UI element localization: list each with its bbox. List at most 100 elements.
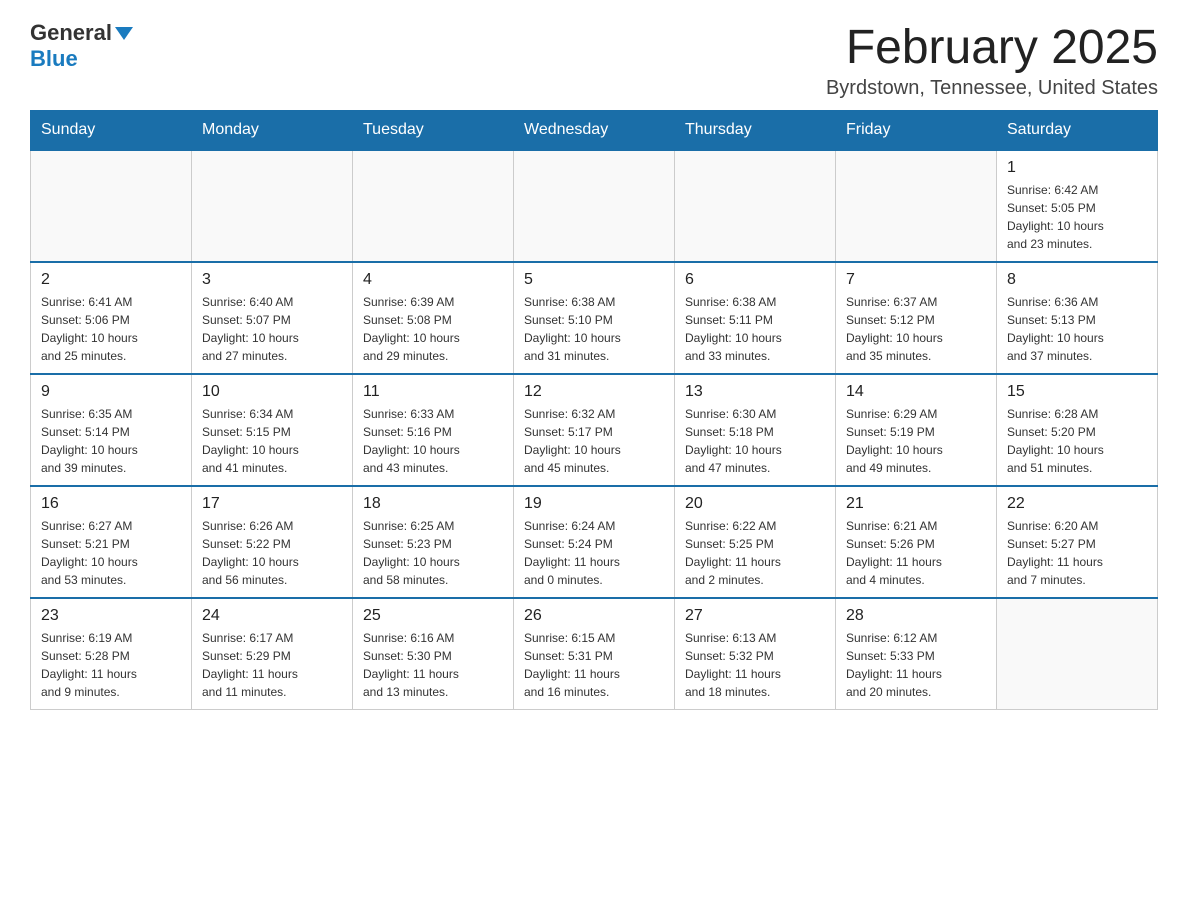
calendar-cell: 18 Sunrise: 6:25 AM Sunset: 5:23 PM Dayli… — [353, 486, 514, 598]
day-info: Sunrise: 6:22 AM Sunset: 5:25 PM Dayligh… — [685, 517, 825, 589]
day-info: Sunrise: 6:41 AM Sunset: 5:06 PM Dayligh… — [41, 293, 181, 365]
calendar-cell: 24 Sunrise: 6:17 AM Sunset: 5:29 PM Dayli… — [192, 598, 353, 710]
calendar-cell: 9Sunrise: 6:35 AM Sunset: 5:14 PM Daylig… — [31, 374, 192, 486]
day-number: 26 — [524, 607, 664, 625]
calendar-cell: 12Sunrise: 6:32 AM Sunset: 5:17 PM Dayli… — [514, 374, 675, 486]
calendar-cell: 16 Sunrise: 6:27 AM Sunset: 5:21 PM Dayli… — [31, 486, 192, 598]
calendar-cell: 17Sunrise: 6:26 AM Sunset: 5:22 PM Dayli… — [192, 486, 353, 598]
logo-triangle-icon — [115, 27, 133, 40]
calendar-cell: 28 Sunrise: 6:12 AM Sunset: 5:33 PM Dayli… — [836, 598, 997, 710]
calendar-cell: 21 Sunrise: 6:21 AM Sunset: 5:26 PM Dayli… — [836, 486, 997, 598]
calendar-cell: 4 Sunrise: 6:39 AM Sunset: 5:08 PM Daylig… — [353, 262, 514, 374]
month-title: February 2025 — [826, 20, 1158, 75]
day-info: Sunrise: 6:12 AM Sunset: 5:33 PM Dayligh… — [846, 629, 986, 701]
day-info: Sunrise: 6:38 AM Sunset: 5:11 PM Dayligh… — [685, 293, 825, 365]
calendar-table: SundayMondayTuesdayWednesdayThursdayFrid… — [30, 110, 1158, 710]
day-of-week-header: Saturday — [997, 111, 1158, 151]
day-number: 19 — [524, 495, 664, 513]
calendar-cell: 26 Sunrise: 6:15 AM Sunset: 5:31 PM Dayli… — [514, 598, 675, 710]
calendar-cell — [997, 598, 1158, 710]
day-of-week-header: Monday — [192, 111, 353, 151]
day-info: Sunrise: 6:42 AM Sunset: 5:05 PM Dayligh… — [1007, 181, 1147, 253]
day-info: Sunrise: 6:21 AM Sunset: 5:26 PM Dayligh… — [846, 517, 986, 589]
day-number: 20 — [685, 495, 825, 513]
calendar-cell: 25 Sunrise: 6:16 AM Sunset: 5:30 PM Dayli… — [353, 598, 514, 710]
location-subtitle: Byrdstown, Tennessee, United States — [826, 77, 1158, 100]
calendar-week-row: 2 Sunrise: 6:41 AM Sunset: 5:06 PM Daylig… — [31, 262, 1158, 374]
day-info: Sunrise: 6:24 AM Sunset: 5:24 PM Dayligh… — [524, 517, 664, 589]
calendar-cell: 14 Sunrise: 6:29 AM Sunset: 5:19 PM Dayli… — [836, 374, 997, 486]
day-number: 4 — [363, 271, 503, 289]
day-info: Sunrise: 6:38 AM Sunset: 5:10 PM Dayligh… — [524, 293, 664, 365]
calendar-cell — [675, 150, 836, 262]
day-info: Sunrise: 6:25 AM Sunset: 5:23 PM Dayligh… — [363, 517, 503, 589]
calendar-cell: 6 Sunrise: 6:38 AM Sunset: 5:11 PM Daylig… — [675, 262, 836, 374]
day-info: Sunrise: 6:28 AM Sunset: 5:20 PM Dayligh… — [1007, 405, 1147, 477]
calendar-cell: 13 Sunrise: 6:30 AM Sunset: 5:18 PM Dayli… — [675, 374, 836, 486]
page-header: General Blue February 2025 Byrdstown, Te… — [30, 20, 1158, 100]
day-info: Sunrise: 6:32 AM Sunset: 5:17 PM Dayligh… — [524, 405, 664, 477]
day-number: 10 — [202, 383, 342, 401]
day-info: Sunrise: 6:40 AM Sunset: 5:07 PM Dayligh… — [202, 293, 342, 365]
calendar-cell: 1 Sunrise: 6:42 AM Sunset: 5:05 PM Daylig… — [997, 150, 1158, 262]
day-info: Sunrise: 6:39 AM Sunset: 5:08 PM Dayligh… — [363, 293, 503, 365]
day-info: Sunrise: 6:16 AM Sunset: 5:30 PM Dayligh… — [363, 629, 503, 701]
calendar-cell: 8Sunrise: 6:36 AM Sunset: 5:13 PM Daylig… — [997, 262, 1158, 374]
day-number: 22 — [1007, 495, 1147, 513]
day-number: 1 — [1007, 159, 1147, 177]
day-number: 15 — [1007, 383, 1147, 401]
calendar-cell: 3Sunrise: 6:40 AM Sunset: 5:07 PM Daylig… — [192, 262, 353, 374]
day-number: 17 — [202, 495, 342, 513]
day-info: Sunrise: 6:17 AM Sunset: 5:29 PM Dayligh… — [202, 629, 342, 701]
day-of-week-header: Friday — [836, 111, 997, 151]
day-number: 14 — [846, 383, 986, 401]
day-number: 21 — [846, 495, 986, 513]
day-info: Sunrise: 6:30 AM Sunset: 5:18 PM Dayligh… — [685, 405, 825, 477]
day-number: 11 — [363, 383, 503, 401]
day-number: 2 — [41, 271, 181, 289]
day-info: Sunrise: 6:13 AM Sunset: 5:32 PM Dayligh… — [685, 629, 825, 701]
day-of-week-header: Sunday — [31, 111, 192, 151]
day-number: 28 — [846, 607, 986, 625]
day-info: Sunrise: 6:34 AM Sunset: 5:15 PM Dayligh… — [202, 405, 342, 477]
day-of-week-header: Thursday — [675, 111, 836, 151]
calendar-cell: 22 Sunrise: 6:20 AM Sunset: 5:27 PM Dayli… — [997, 486, 1158, 598]
day-info: Sunrise: 6:37 AM Sunset: 5:12 PM Dayligh… — [846, 293, 986, 365]
calendar-cell: 19 Sunrise: 6:24 AM Sunset: 5:24 PM Dayli… — [514, 486, 675, 598]
calendar-cell: 11 Sunrise: 6:33 AM Sunset: 5:16 PM Dayli… — [353, 374, 514, 486]
day-of-week-header: Tuesday — [353, 111, 514, 151]
day-number: 24 — [202, 607, 342, 625]
calendar-cell: 20 Sunrise: 6:22 AM Sunset: 5:25 PM Dayli… — [675, 486, 836, 598]
calendar-cell: 10 Sunrise: 6:34 AM Sunset: 5:15 PM Dayli… — [192, 374, 353, 486]
calendar-cell: 7Sunrise: 6:37 AM Sunset: 5:12 PM Daylig… — [836, 262, 997, 374]
day-info: Sunrise: 6:27 AM Sunset: 5:21 PM Dayligh… — [41, 517, 181, 589]
calendar-header-row: SundayMondayTuesdayWednesdayThursdayFrid… — [31, 111, 1158, 151]
day-number: 16 — [41, 495, 181, 513]
calendar-cell — [514, 150, 675, 262]
day-number: 27 — [685, 607, 825, 625]
calendar-week-row: 9Sunrise: 6:35 AM Sunset: 5:14 PM Daylig… — [31, 374, 1158, 486]
day-info: Sunrise: 6:29 AM Sunset: 5:19 PM Dayligh… — [846, 405, 986, 477]
calendar-cell — [353, 150, 514, 262]
calendar-cell: 15 Sunrise: 6:28 AM Sunset: 5:20 PM Dayli… — [997, 374, 1158, 486]
calendar-week-row: 23 Sunrise: 6:19 AM Sunset: 5:28 PM Dayli… — [31, 598, 1158, 710]
calendar-week-row: 1 Sunrise: 6:42 AM Sunset: 5:05 PM Daylig… — [31, 150, 1158, 262]
day-number: 13 — [685, 383, 825, 401]
calendar-cell: 27 Sunrise: 6:13 AM Sunset: 5:32 PM Dayli… — [675, 598, 836, 710]
day-info: Sunrise: 6:33 AM Sunset: 5:16 PM Dayligh… — [363, 405, 503, 477]
day-info: Sunrise: 6:15 AM Sunset: 5:31 PM Dayligh… — [524, 629, 664, 701]
day-info: Sunrise: 6:19 AM Sunset: 5:28 PM Dayligh… — [41, 629, 181, 701]
day-info: Sunrise: 6:20 AM Sunset: 5:27 PM Dayligh… — [1007, 517, 1147, 589]
calendar-cell — [836, 150, 997, 262]
day-number: 18 — [363, 495, 503, 513]
calendar-cell — [31, 150, 192, 262]
day-number: 6 — [685, 271, 825, 289]
logo: General Blue — [30, 20, 133, 72]
calendar-week-row: 16 Sunrise: 6:27 AM Sunset: 5:21 PM Dayli… — [31, 486, 1158, 598]
calendar-cell — [192, 150, 353, 262]
calendar-cell: 5Sunrise: 6:38 AM Sunset: 5:10 PM Daylig… — [514, 262, 675, 374]
day-number: 23 — [41, 607, 181, 625]
day-number: 25 — [363, 607, 503, 625]
calendar-cell: 2 Sunrise: 6:41 AM Sunset: 5:06 PM Daylig… — [31, 262, 192, 374]
logo-general-text: General — [30, 20, 112, 46]
